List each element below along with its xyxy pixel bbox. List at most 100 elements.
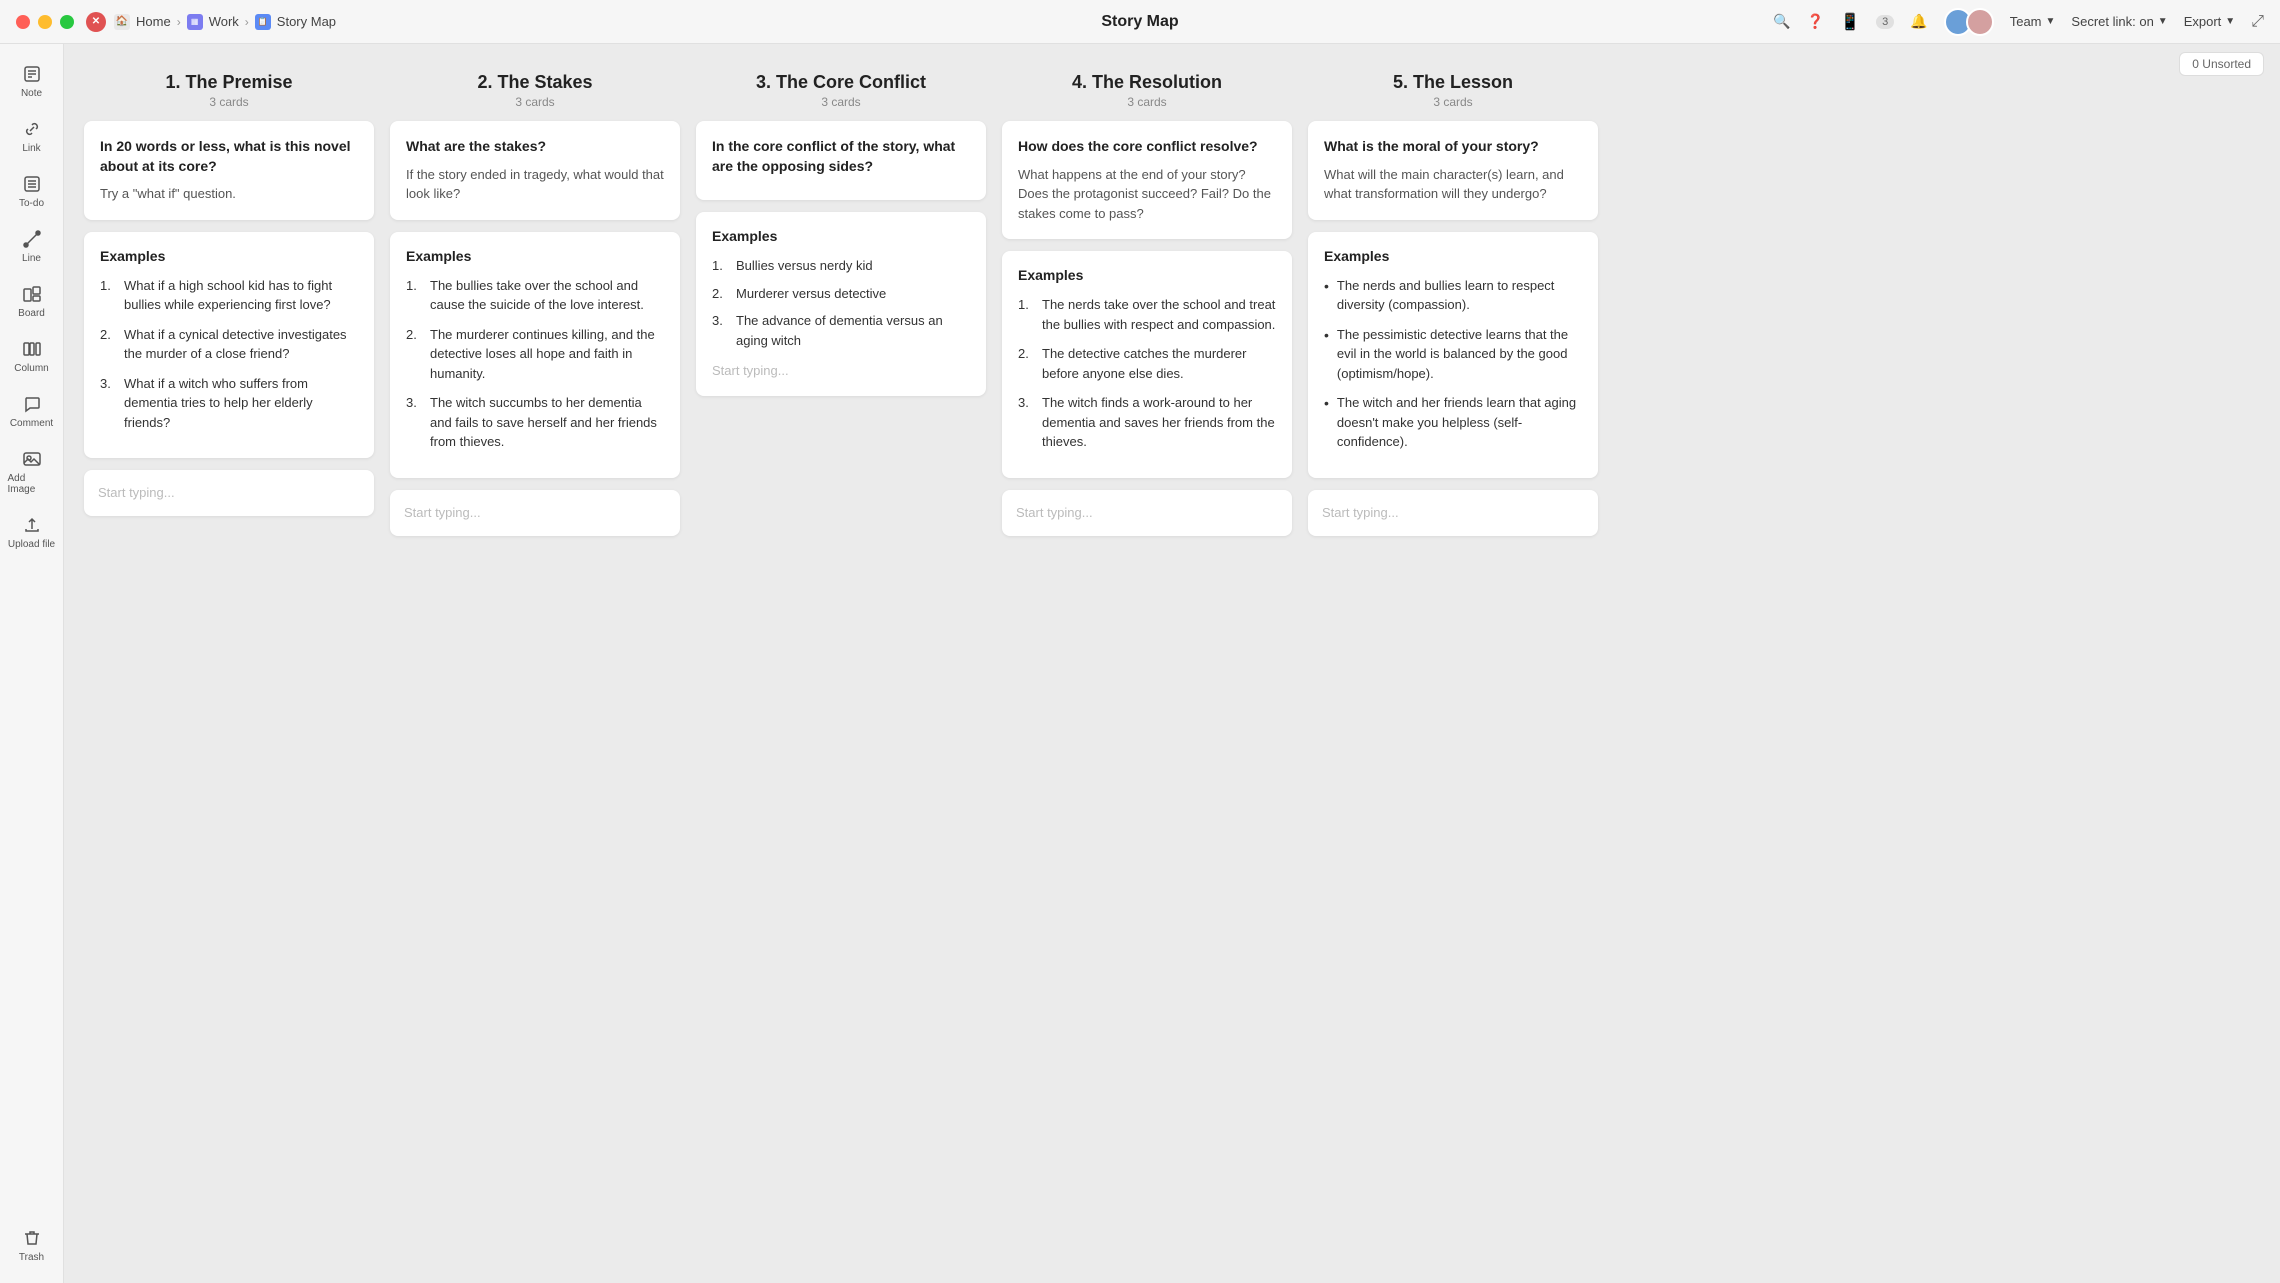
premise-input-placeholder: Start typing... (98, 485, 175, 500)
column-resolution-count: 3 cards (1002, 95, 1292, 109)
column-conflict-title: 3. The Core Conflict (696, 72, 986, 93)
list-item: The pessimistic detective learns that th… (1324, 325, 1582, 384)
list-item: The nerds take over the school and treat… (1018, 295, 1276, 334)
team-button[interactable]: Team ▼ (2010, 14, 2056, 29)
list-item: The detective catches the murderer befor… (1018, 344, 1276, 383)
maximize-button[interactable] (60, 15, 74, 29)
expand-icon[interactable]: ⤢ (2251, 13, 2264, 31)
column-conflict-header: 3. The Core Conflict 3 cards (696, 72, 986, 109)
conflict-input-placeholder: Start typing... (712, 363, 789, 378)
list-item: Bullies versus nerdy kid (712, 256, 970, 276)
breadcrumb-sep1: › (177, 15, 181, 29)
sidebar: Note Link To-do Line Board Column Commen… (0, 44, 64, 1283)
premise-examples-card: Examples What if a high school kid has t… (84, 232, 374, 459)
sidebar-item-todo[interactable]: To-do (4, 166, 60, 217)
list-item: What if a high school kid has to fight b… (100, 276, 358, 315)
list-item: The advance of dementia versus an aging … (712, 311, 970, 350)
lesson-examples-list: The nerds and bullies learn to respect d… (1324, 276, 1582, 452)
sidebar-comment-label: Comment (10, 418, 53, 429)
list-item: The witch and her friends learn that agi… (1324, 393, 1582, 452)
storymap-icon: 📋 (255, 14, 271, 30)
premise-input-card[interactable]: Start typing... (84, 470, 374, 516)
export-button[interactable]: Export ▼ (2184, 14, 2235, 29)
sidebar-uploadfile-label: Upload file (8, 539, 55, 550)
notification-badge[interactable]: 3 (1876, 15, 1894, 29)
titlebar-right: 🔍 ❓ 📱 3 🔔 Team ▼ Secret link: on ▼ Expor… (1773, 8, 2264, 36)
home-icon: 🏠 (114, 14, 130, 30)
breadcrumb-home[interactable]: Home (136, 14, 171, 29)
page-title: Story Map (1101, 13, 1178, 31)
sidebar-item-upload-file[interactable]: Upload file (4, 507, 60, 558)
sidebar-note-label: Note (21, 88, 42, 99)
conflict-question-card: In the core conflict of the story, what … (696, 121, 986, 200)
storymap-grid: 1. The Premise 3 cards In 20 words or le… (84, 72, 2260, 536)
lesson-examples-card: Examples The nerds and bullies learn to … (1308, 232, 1598, 478)
stakes-input-placeholder: Start typing... (404, 505, 481, 520)
help-icon[interactable]: ❓ (1807, 13, 1824, 30)
list-item: The nerds and bullies learn to respect d… (1324, 276, 1582, 315)
sidebar-board-label: Board (18, 308, 45, 319)
conflict-examples-card: Examples Bullies versus nerdy kid Murder… (696, 212, 986, 396)
conflict-input-area[interactable]: Start typing... (712, 362, 970, 380)
column-conflict: 3. The Core Conflict 3 cards In the core… (696, 72, 986, 536)
premise-question-card: In 20 words or less, what is this novel … (84, 121, 374, 220)
close-button[interactable] (16, 15, 30, 29)
bell-icon[interactable]: 🔔 (1910, 13, 1927, 30)
resolution-examples-title: Examples (1018, 267, 1276, 283)
sidebar-item-comment[interactable]: Comment (4, 386, 60, 437)
lesson-sub: What will the main character(s) learn, a… (1324, 165, 1582, 204)
column-resolution-title: 4. The Resolution (1002, 72, 1292, 93)
column-resolution-header: 4. The Resolution 3 cards (1002, 72, 1292, 109)
list-item: Murderer versus detective (712, 284, 970, 304)
lesson-question-card: What is the moral of your story? What wi… (1308, 121, 1598, 220)
sidebar-link-label: Link (22, 143, 40, 154)
sidebar-item-note[interactable]: Note (4, 56, 60, 107)
list-item: The murderer continues killing, and the … (406, 325, 664, 384)
column-lesson-header: 5. The Lesson 3 cards (1308, 72, 1598, 109)
stakes-examples-card: Examples The bullies take over the schoo… (390, 232, 680, 478)
sidebar-line-label: Line (22, 253, 41, 264)
column-premise-header: 1. The Premise 3 cards (84, 72, 374, 109)
resolution-input-placeholder: Start typing... (1016, 505, 1093, 520)
sidebar-item-add-image[interactable]: Add Image (4, 441, 60, 503)
list-item: What if a witch who suffers from dementi… (100, 374, 358, 433)
conflict-examples-list: Bullies versus nerdy kid Murderer versus… (712, 256, 970, 350)
sidebar-item-board[interactable]: Board (4, 276, 60, 327)
device-icon[interactable]: 📱 (1840, 12, 1860, 32)
premise-question: In 20 words or less, what is this novel … (100, 137, 358, 176)
breadcrumb-work[interactable]: Work (209, 14, 239, 29)
sidebar-item-trash[interactable]: Trash (4, 1220, 60, 1271)
sidebar-item-link[interactable]: Link (4, 111, 60, 162)
unsorted-button[interactable]: 0 Unsorted (2179, 52, 2264, 76)
stakes-input-card[interactable]: Start typing... (390, 490, 680, 536)
secret-link-button[interactable]: Secret link: on ▼ (2071, 14, 2167, 29)
conflict-question: In the core conflict of the story, what … (712, 137, 970, 176)
sidebar-item-column[interactable]: Column (4, 331, 60, 382)
search-icon[interactable]: 🔍 (1773, 13, 1790, 30)
list-item: What if a cynical detective investigates… (100, 325, 358, 364)
resolution-question-card: How does the core conflict resolve? What… (1002, 121, 1292, 239)
lesson-input-card[interactable]: Start typing... (1308, 490, 1598, 536)
avatar-group (1944, 8, 1994, 36)
minimize-button[interactable] (38, 15, 52, 29)
column-lesson: 5. The Lesson 3 cards What is the moral … (1308, 72, 1598, 536)
traffic-lights (16, 15, 74, 29)
list-item: The witch succumbs to her dementia and f… (406, 393, 664, 452)
premise-sub: Try a "what if" question. (100, 184, 358, 204)
column-resolution: 4. The Resolution 3 cards How does the c… (1002, 72, 1292, 536)
resolution-question: How does the core conflict resolve? (1018, 137, 1276, 157)
breadcrumb-sep2: › (245, 15, 249, 29)
column-premise: 1. The Premise 3 cards In 20 words or le… (84, 72, 374, 536)
stakes-question: What are the stakes? (406, 137, 664, 157)
breadcrumb-page[interactable]: Story Map (277, 14, 336, 29)
resolution-input-card[interactable]: Start typing... (1002, 490, 1292, 536)
lesson-examples-title: Examples (1324, 248, 1582, 264)
resolution-examples-list: The nerds take over the school and treat… (1018, 295, 1276, 452)
conflict-examples-title: Examples (712, 228, 970, 244)
column-lesson-count: 3 cards (1308, 95, 1598, 109)
column-stakes: 2. The Stakes 3 cards What are the stake… (390, 72, 680, 536)
work-icon: ▦ (187, 14, 203, 30)
breadcrumb: 🏠 Home › ▦ Work › 📋 Story Map (114, 14, 336, 30)
sidebar-item-line[interactable]: Line (4, 221, 60, 272)
column-stakes-count: 3 cards (390, 95, 680, 109)
